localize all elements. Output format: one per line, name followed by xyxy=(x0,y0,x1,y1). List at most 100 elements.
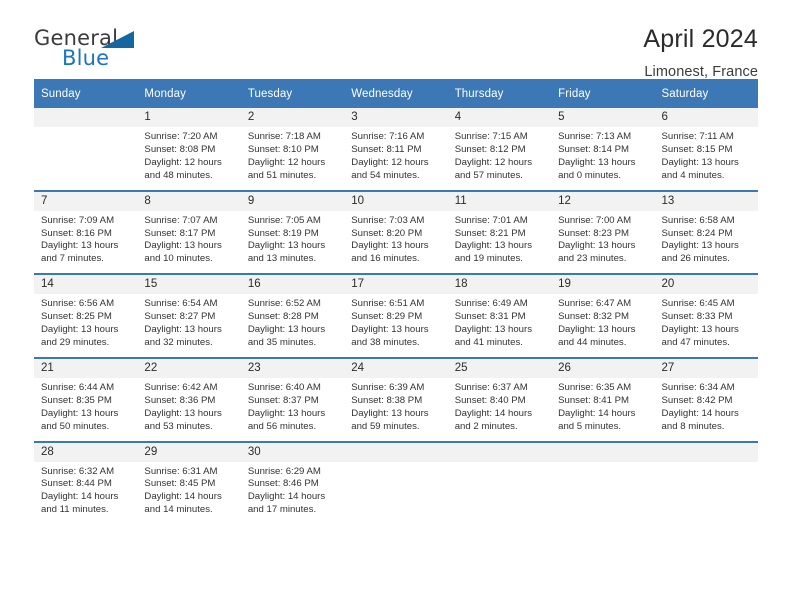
day-number: 4 xyxy=(447,108,552,127)
day-number: 1 xyxy=(137,108,241,127)
day-detail-line: Sunset: 8:44 PM xyxy=(41,478,112,490)
day-detail-line: Sunset: 8:14 PM xyxy=(558,143,630,155)
day-detail-line: Sunrise: 6:34 AM xyxy=(661,381,735,393)
calendar-day-cell[interactable]: 16 Sunrise: 6:52 AM Sunset: 8:28 PM Dayligh… xyxy=(240,273,345,358)
calendar-day-cell[interactable]: 6 Sunrise: 7:11 AM Sunset: 8:15 PM Daylight… xyxy=(654,108,758,191)
day-detail-line: Daylight: 13 hours xyxy=(454,240,533,252)
day-details: Sunrise: 6:32 AM Sunset: 8:44 PM Daylight:… xyxy=(34,462,137,525)
day-number: 13 xyxy=(654,191,758,211)
calendar-day-cell[interactable]: 26 Sunrise: 6:35 AM Sunset: 8:41 PM Dayligh… xyxy=(551,356,655,442)
weekday-header-thursday: Thursday xyxy=(447,79,552,108)
day-detail-line: Sunrise: 6:31 AM xyxy=(144,465,218,477)
day-detail-line: and 7 minutes. xyxy=(41,253,104,265)
day-detail-line: and 29 minutes. xyxy=(41,336,110,348)
calendar-day-cell[interactable]: 10 Sunrise: 7:03 AM Sunset: 8:20 PM Dayligh… xyxy=(344,189,448,275)
calendar-day-cell[interactable]: 28 Sunrise: 6:32 AM Sunset: 8:44 PM Dayligh… xyxy=(34,440,138,525)
calendar-day-cell[interactable]: 25 Sunrise: 6:37 AM Sunset: 8:40 PM Dayligh… xyxy=(447,356,552,442)
day-detail-line: Sunset: 8:12 PM xyxy=(454,143,526,155)
day-detail-line: Sunset: 8:32 PM xyxy=(558,311,630,323)
day-detail-line: Sunset: 8:31 PM xyxy=(454,311,526,323)
day-number: 18 xyxy=(447,275,552,295)
calendar-day-cell[interactable]: 15 Sunrise: 6:54 AM Sunset: 8:27 PM Dayligh… xyxy=(137,273,241,358)
day-number: 26 xyxy=(551,358,655,378)
calendar-day-cell[interactable]: 30 Sunrise: 6:29 AM Sunset: 8:46 PM Dayligh… xyxy=(240,440,345,525)
day-detail-line: Sunset: 8:19 PM xyxy=(247,227,319,239)
day-detail-line: Sunset: 8:17 PM xyxy=(144,227,216,239)
calendar-day-cell[interactable]: 24 Sunrise: 6:39 AM Sunset: 8:38 PM Dayligh… xyxy=(344,356,448,442)
weekday-header-saturday: Saturday xyxy=(654,79,758,108)
day-details: Sunrise: 6:39 AM Sunset: 8:38 PM Daylight:… xyxy=(344,378,447,441)
calendar-day-cell[interactable]: 12 Sunrise: 7:00 AM Sunset: 8:23 PM Dayligh… xyxy=(551,189,655,275)
calendar-day-cell[interactable]: 21 Sunrise: 6:44 AM Sunset: 8:35 PM Dayligh… xyxy=(34,356,138,442)
day-detail-line: Sunset: 8:46 PM xyxy=(247,478,319,490)
calendar-day-cell[interactable]: 11 Sunrise: 7:01 AM Sunset: 8:21 PM Dayligh… xyxy=(447,189,552,275)
calendar-day-cell[interactable]: 22 Sunrise: 6:42 AM Sunset: 8:36 PM Dayligh… xyxy=(137,356,241,442)
day-detail-line: Sunset: 8:21 PM xyxy=(454,227,526,239)
day-detail-line: and 41 minutes. xyxy=(454,336,523,348)
calendar-day-cell[interactable]: 27 Sunrise: 6:34 AM Sunset: 8:42 PM Dayligh… xyxy=(654,356,758,442)
day-detail-line: Sunrise: 7:15 AM xyxy=(454,131,528,142)
day-number: 29 xyxy=(137,442,241,462)
day-detail-line: and 26 minutes. xyxy=(661,253,730,265)
day-detail-line: Daylight: 13 hours xyxy=(661,324,739,336)
page-header: General Blue April 2024 Limonest, France xyxy=(34,0,758,79)
day-details: Sunrise: 7:20 AM Sunset: 8:08 PM Daylight:… xyxy=(137,127,240,190)
calendar-day-cell[interactable]: 5 Sunrise: 7:13 AM Sunset: 8:14 PM Daylight… xyxy=(551,108,655,191)
day-detail-line: Sunrise: 6:56 AM xyxy=(41,298,115,310)
calendar-day-cell[interactable]: 29 Sunrise: 6:31 AM Sunset: 8:45 PM Dayligh… xyxy=(137,440,241,525)
day-detail-line: Sunrise: 6:47 AM xyxy=(558,298,632,310)
day-detail-line: Sunset: 8:25 PM xyxy=(41,311,112,323)
calendar-week-row: 1 Sunrise: 7:20 AM Sunset: 8:08 PM Daylight… xyxy=(34,108,758,191)
weekday-header-tuesday: Tuesday xyxy=(240,79,345,108)
day-detail-line: Daylight: 13 hours xyxy=(247,407,326,419)
day-detail-line: Sunrise: 7:07 AM xyxy=(144,214,218,226)
day-detail-line: Daylight: 13 hours xyxy=(351,407,429,419)
calendar-day-cell[interactable]: 9 Sunrise: 7:05 AM Sunset: 8:19 PM Daylight… xyxy=(240,189,345,275)
calendar-day-cell[interactable]: 1 Sunrise: 7:20 AM Sunset: 8:08 PM Daylight… xyxy=(137,108,241,191)
calendar-day-cell[interactable]: 3 Sunrise: 7:16 AM Sunset: 8:11 PM Daylight… xyxy=(344,108,448,191)
day-detail-line: Sunset: 8:28 PM xyxy=(247,311,319,323)
day-detail-line: and 56 minutes. xyxy=(247,420,317,432)
day-details: Sunrise: 6:44 AM Sunset: 8:35 PM Daylight:… xyxy=(34,378,137,441)
weekday-header-sunday: Sunday xyxy=(34,79,138,108)
calendar-day-cell[interactable]: 4 Sunrise: 7:15 AM Sunset: 8:12 PM Daylight… xyxy=(447,108,552,191)
calendar-day-cell[interactable]: 2 Sunrise: 7:18 AM Sunset: 8:10 PM Daylight… xyxy=(240,108,345,191)
day-number: 23 xyxy=(240,358,345,378)
day-details: Sunrise: 6:54 AM Sunset: 8:27 PM Daylight:… xyxy=(137,294,240,357)
day-number: 5 xyxy=(551,108,655,127)
calendar-day-cell[interactable]: 14 Sunrise: 6:56 AM Sunset: 8:25 PM Dayligh… xyxy=(34,273,138,358)
calendar-day-cell[interactable]: 7 Sunrise: 7:09 AM Sunset: 8:16 PM Daylight… xyxy=(34,189,138,275)
calendar-day-cell[interactable]: 19 Sunrise: 6:47 AM Sunset: 8:32 PM Dayligh… xyxy=(551,273,655,358)
day-details xyxy=(448,462,551,524)
day-details: Sunrise: 6:56 AM Sunset: 8:25 PM Daylight:… xyxy=(34,294,137,357)
calendar-day-cell[interactable]: 13 Sunrise: 6:58 AM Sunset: 8:24 PM Dayligh… xyxy=(654,189,758,275)
calendar-day-cell[interactable]: 8 Sunrise: 7:07 AM Sunset: 8:17 PM Daylight… xyxy=(137,189,241,275)
calendar-day-cell[interactable]: 18 Sunrise: 6:49 AM Sunset: 8:31 PM Dayligh… xyxy=(447,273,552,358)
calendar-day-cell[interactable]: 23 Sunrise: 6:40 AM Sunset: 8:37 PM Dayligh… xyxy=(240,356,345,442)
day-detail-line: Sunrise: 7:03 AM xyxy=(351,214,425,226)
day-details: Sunrise: 7:18 AM Sunset: 8:10 PM Daylight:… xyxy=(241,127,344,190)
day-detail-line: Sunrise: 7:00 AM xyxy=(558,214,632,226)
day-number xyxy=(344,442,448,462)
day-detail-line: Daylight: 13 hours xyxy=(454,324,533,336)
day-detail-line: Daylight: 12 hours xyxy=(454,156,533,168)
day-detail-line: Sunset: 8:38 PM xyxy=(351,394,423,406)
calendar-week-row: 21 Sunrise: 6:44 AM Sunset: 8:35 PM Dayligh… xyxy=(34,356,758,442)
day-number: 25 xyxy=(447,358,552,378)
calendar-week-row: 28 Sunrise: 6:32 AM Sunset: 8:44 PM Dayligh… xyxy=(34,440,758,525)
day-detail-line: Sunset: 8:15 PM xyxy=(661,143,733,155)
day-detail-line: Sunrise: 6:58 AM xyxy=(661,214,735,226)
day-detail-line: and 14 minutes. xyxy=(144,504,213,516)
day-number xyxy=(654,442,758,462)
day-detail-line: Sunrise: 7:05 AM xyxy=(247,214,321,226)
day-detail-line: Daylight: 12 hours xyxy=(351,156,429,168)
calendar-day-cell[interactable]: 17 Sunrise: 6:51 AM Sunset: 8:29 PM Dayligh… xyxy=(344,273,448,358)
calendar-day-cell[interactable]: 20 Sunrise: 6:45 AM Sunset: 8:33 PM Dayligh… xyxy=(654,273,758,358)
day-detail-line: Sunrise: 6:40 AM xyxy=(247,381,321,393)
day-details: Sunrise: 7:07 AM Sunset: 8:17 PM Daylight:… xyxy=(137,211,240,274)
day-detail-line: Sunset: 8:35 PM xyxy=(41,394,112,406)
day-detail-line: Sunrise: 6:52 AM xyxy=(247,298,321,310)
day-details: Sunrise: 6:29 AM Sunset: 8:46 PM Daylight:… xyxy=(241,462,344,525)
day-details: Sunrise: 6:37 AM Sunset: 8:40 PM Daylight:… xyxy=(448,378,551,441)
day-detail-line: Sunrise: 7:20 AM xyxy=(144,131,218,142)
